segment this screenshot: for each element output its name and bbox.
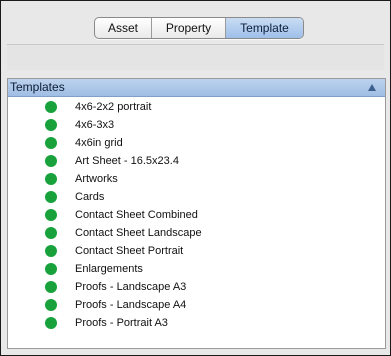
template-item-label: Enlargements bbox=[75, 263, 143, 275]
green-dot-icon bbox=[45, 155, 57, 167]
tab-control: Asset Property Template bbox=[94, 17, 304, 39]
template-list-item[interactable]: Contact Sheet Combined bbox=[8, 206, 385, 224]
template-item-label: Proofs - Landscape A4 bbox=[75, 299, 187, 311]
template-item-label: Contact Sheet Combined bbox=[75, 209, 198, 221]
green-dot-icon bbox=[45, 281, 57, 293]
template-list-item[interactable]: Enlargements bbox=[8, 260, 385, 278]
template-item-label: Contact Sheet Portrait bbox=[75, 245, 184, 257]
green-dot-icon bbox=[45, 227, 57, 239]
green-dot-icon bbox=[45, 299, 57, 311]
green-dot-icon bbox=[45, 119, 57, 131]
green-dot-icon bbox=[45, 137, 57, 149]
upper-empty-area bbox=[7, 44, 384, 70]
templates-list: 4x6-2x2 portrait 4x6-3x3 4x6in grid Art She… bbox=[8, 97, 385, 332]
green-dot-icon bbox=[45, 209, 57, 221]
template-list-item[interactable]: 4x6-3x3 bbox=[8, 116, 385, 134]
templates-column-header[interactable]: Templates bbox=[8, 79, 385, 97]
template-list-item[interactable]: 4x6-2x2 portrait bbox=[8, 98, 385, 116]
template-list-item[interactable]: Proofs - Landscape A4 bbox=[8, 296, 385, 314]
green-dot-icon bbox=[45, 191, 57, 203]
template-item-label: Proofs - Landscape A3 bbox=[75, 281, 187, 293]
sort-ascending-icon[interactable] bbox=[368, 84, 376, 91]
template-list-item[interactable]: Proofs - Landscape A3 bbox=[8, 278, 385, 296]
green-dot-icon bbox=[45, 317, 57, 329]
green-dot-icon bbox=[45, 173, 57, 185]
template-list-item[interactable]: Proofs - Portrait A3 bbox=[8, 314, 385, 332]
template-item-label: 4x6in grid bbox=[75, 137, 123, 149]
template-list-item[interactable]: Artworks bbox=[8, 170, 385, 188]
template-list-item[interactable]: Art Sheet - 16.5x23.4 bbox=[8, 152, 385, 170]
green-dot-icon bbox=[45, 101, 57, 113]
template-item-label: Cards bbox=[75, 191, 105, 203]
green-dot-icon bbox=[45, 245, 57, 257]
template-item-label: 4x6-2x2 portrait bbox=[75, 101, 152, 113]
template-list-item[interactable]: 4x6in grid bbox=[8, 134, 385, 152]
template-list-item[interactable]: Cards bbox=[8, 188, 385, 206]
green-dot-icon bbox=[45, 263, 57, 275]
tab-template[interactable]: Template bbox=[226, 18, 303, 38]
template-item-label: Artworks bbox=[75, 173, 118, 185]
template-item-label: Contact Sheet Landscape bbox=[75, 227, 202, 239]
template-list-item[interactable]: Contact Sheet Landscape bbox=[8, 224, 385, 242]
template-item-label: Proofs - Portrait A3 bbox=[75, 317, 168, 329]
template-panel-window: Asset Property Template Templates 4x6-2x… bbox=[0, 0, 391, 356]
template-list-item[interactable]: Contact Sheet Portrait bbox=[8, 242, 385, 260]
templates-list-panel: Templates 4x6-2x2 portrait 4x6-3x3 4x6in g… bbox=[7, 78, 386, 349]
templates-header-label: Templates bbox=[10, 80, 65, 94]
tab-asset[interactable]: Asset bbox=[95, 18, 152, 38]
template-item-label: Art Sheet - 16.5x23.4 bbox=[75, 155, 179, 167]
template-item-label: 4x6-3x3 bbox=[75, 119, 115, 131]
tab-property[interactable]: Property bbox=[152, 18, 226, 38]
